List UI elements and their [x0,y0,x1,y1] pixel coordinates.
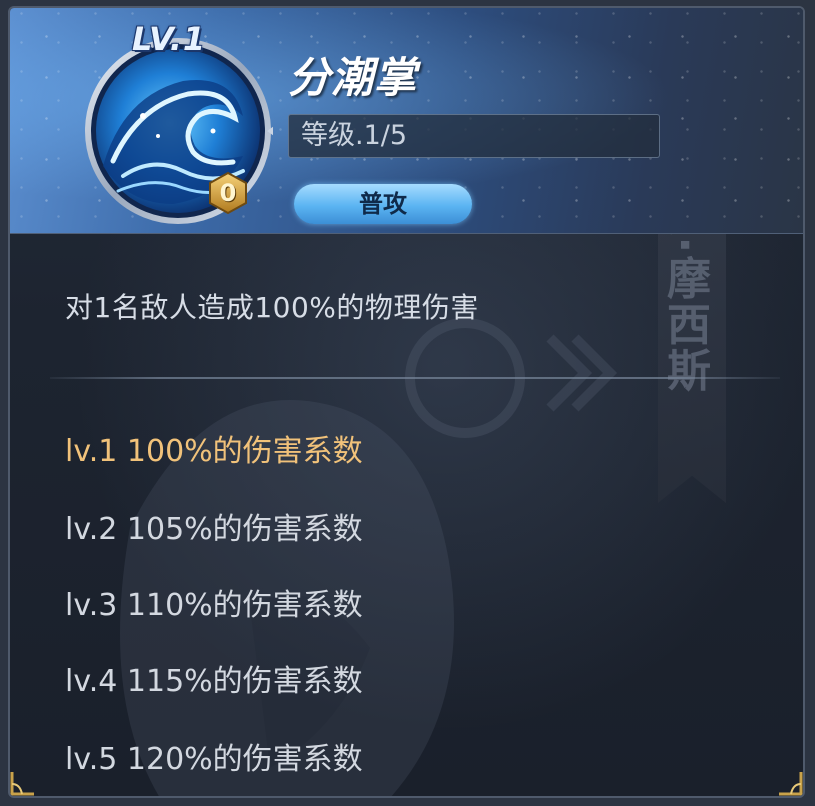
skill-description: 对1名敌人造成100%的物理伤害 [65,291,479,324]
level-row-5: lv.5 120%的伤害系数 [65,742,363,777]
skill-type-tag: 普攻 [294,184,472,224]
corner-ornament-right [779,772,803,796]
level-row-1: lv.1 100%的伤害系数 [65,434,363,469]
level-row-2: lv.2 105%的伤害系数 [65,512,363,547]
skill-cost-value: 0 [219,179,237,207]
divider [50,377,780,379]
corner-ornament-left [10,772,34,796]
level-row-4: lv.4 115%的伤害系数 [65,664,363,699]
skill-detail-panel: B白鲸座·摩西斯 [8,6,805,798]
skill-cost-badge: 0 [206,171,250,215]
skill-level-box: 等级.1/5 [288,114,660,158]
skill-level-progress: 等级.1/5 [301,120,408,151]
level-row-3: lv.3 110%的伤害系数 [65,588,363,623]
skill-name: 分潮掌 [288,53,418,102]
skill-level-badge: LV.1 [132,20,207,58]
